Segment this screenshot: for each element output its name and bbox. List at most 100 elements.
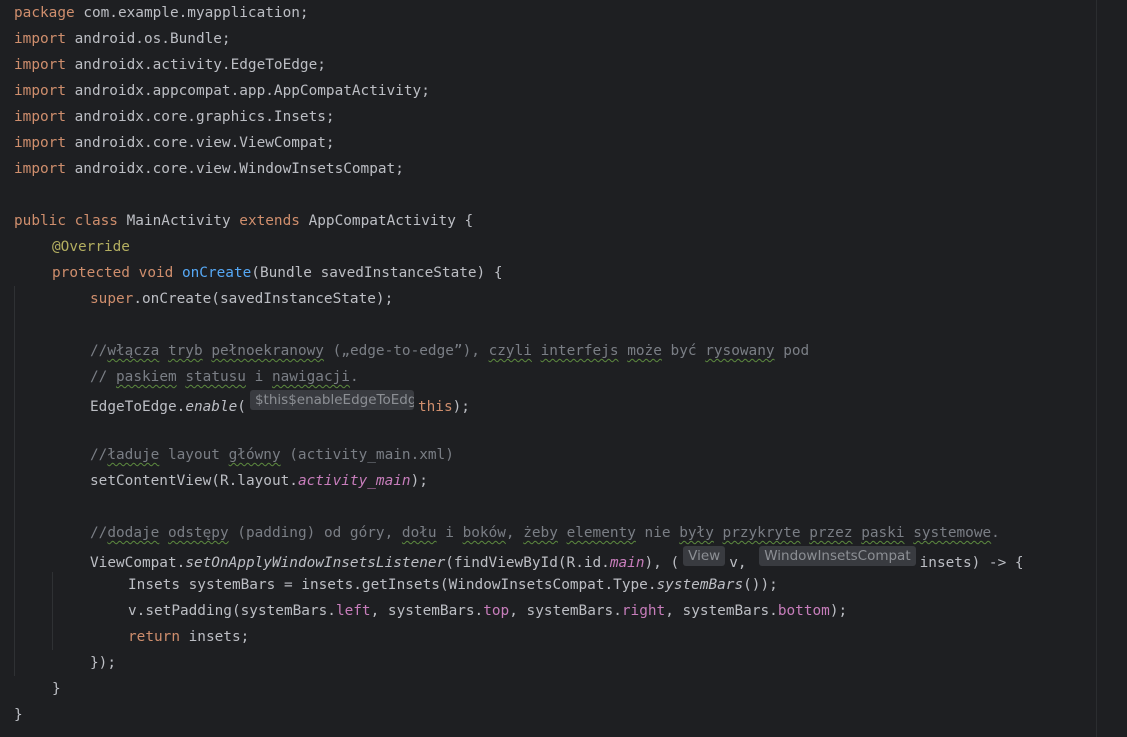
code-text: androidx.appcompat.app.AppCompatActivity… [65,83,430,99]
comment-text: być [661,343,706,359]
comment-text: paskiem [116,369,177,385]
comment-text: może [627,343,662,359]
code-line-2[interactable]: import android.os.Bundle; [14,26,231,52]
code-line-10[interactable]: @Override [14,234,130,260]
code-line-14[interactable]: //włącza tryb pełnoekranowy („edge-to-ed… [14,338,809,364]
code-text: ); [452,399,470,415]
code-line-18[interactable]: //ładuje layout główny (activity_main.xm… [14,442,454,468]
inlay-hint-param-type[interactable]: WindowInsetsCompat [759,546,916,566]
code-text: setContentView(R.layout. [90,473,298,489]
code-text: androidx.core.view.ViewCompat; [65,135,335,151]
keyword: this [417,399,453,415]
comment-text: i [436,525,463,541]
comment-text [203,343,212,359]
code-line-27[interactable]: } [14,676,61,702]
code-line-22[interactable]: ViewCompat.setOnApplyWindowInsetsListene… [14,546,1024,572]
comment-text: nawigacji [271,369,350,385]
code-text: v, [729,555,756,571]
method-name: onCreate [181,265,252,281]
code-text: .onCreate(savedInstanceState); [133,291,394,307]
comment-text: przez [809,525,853,541]
comment-text: // [90,525,108,541]
comment-text: // [90,447,108,463]
code-line-17[interactable] [14,416,52,442]
code-text: ); [829,603,848,619]
comment-text: pod [774,343,810,359]
comment-text: // [90,369,116,385]
comment-text [801,525,810,541]
code-line-11[interactable]: protected void onCreate(Bundle savedInst… [14,260,503,286]
code-line-5[interactable]: import androidx.core.graphics.Insets; [14,104,335,130]
comment-text: nie [635,525,680,541]
comment-text: i [245,369,272,385]
comment-text: statusu [185,369,246,385]
keyword: return [128,629,180,645]
comment-text: paski [861,525,905,541]
code-line-28[interactable]: } [14,702,23,728]
keyword: void [138,265,174,281]
comment-text [905,525,914,541]
code-text: , systemBars. [665,603,778,619]
code-text: ), ( [644,555,680,571]
inlay-hint-param-type[interactable]: View [683,546,726,566]
code-line-15[interactable]: // paskiem statusu i nawigacji. [14,364,359,390]
keyword: protected [52,265,130,281]
comment-text: . [349,369,359,385]
comment-text: interfejs [540,343,619,359]
code-text: }); [90,655,116,671]
comment-text: . [991,525,1000,541]
code-line-3[interactable]: import androidx.activity.EdgeToEdge; [14,52,326,78]
code-line-12[interactable]: super.onCreate(savedInstanceState); [14,286,393,312]
code-line-16[interactable]: EdgeToEdge.enable($this$enableEdgeToEdge… [14,390,470,416]
code-text: } [14,707,23,723]
code-line-9[interactable]: public class MainActivity extends AppCom… [14,208,473,234]
code-text: v.setPadding(systemBars. [128,603,336,619]
code-line-20[interactable] [14,494,52,520]
comment-text: layout [159,447,229,463]
keyword: import [14,57,66,73]
comment-text: dołu [401,525,437,541]
code-text: EdgeToEdge. [90,399,186,415]
field-name: right [621,603,666,619]
comment-text: były [679,525,714,541]
code-text: MainActivity [117,213,240,229]
code-text: AppCompatActivity { [299,213,474,229]
code-text: ViewCompat. [90,555,186,571]
keyword: import [14,109,66,125]
code-line-13[interactable] [14,312,52,338]
method-name: enable [185,399,238,415]
code-text: , systemBars. [370,603,484,619]
keyword: import [14,31,66,47]
comment-text: włącza [107,343,160,359]
code-line-23[interactable]: Insets systemBars = insets.getInsets(Win… [14,572,778,598]
code-text: androidx.core.graphics.Insets; [65,109,335,125]
code-line-26[interactable]: }); [14,650,116,676]
field-name: left [335,603,371,619]
code-editor[interactable]: package com.example.myapplication; impor… [0,0,1127,737]
comment-text: boków [462,525,506,541]
keyword: class [74,213,118,229]
comment-text [532,343,541,359]
code-line-25[interactable]: return insets; [14,624,249,650]
comment-text: główny [228,447,281,463]
comment-text [714,525,723,541]
comment-text: ładuje [107,447,160,463]
comment-text [853,525,862,541]
keyword: public [14,213,66,229]
code-text: (findViewById(R.id. [445,555,610,571]
code-line-4[interactable]: import androidx.appcompat.app.AppCompatA… [14,78,430,104]
code-line-6[interactable]: import androidx.core.view.ViewCompat; [14,130,335,156]
code-line-24[interactable]: v.setPadding(systemBars.left, systemBars… [14,598,847,624]
resource-field: main [609,555,645,571]
code-text: ()); [743,577,778,593]
comment-text: elementy [566,525,636,541]
code-line-19[interactable]: setContentView(R.layout.activity_main); [14,468,428,494]
keyword: package [14,5,75,21]
code-line-21[interactable]: //dodaje odstępy (padding) od góry, dołu… [14,520,1000,546]
code-line-1[interactable]: package com.example.myapplication; [14,0,309,26]
inlay-hint-receiver[interactable]: $this$enableEdgeToEdge [249,390,414,410]
code-line-7[interactable]: import androidx.core.view.WindowInsetsCo… [14,156,404,182]
keyword: import [14,83,66,99]
keyword: import [14,135,66,151]
